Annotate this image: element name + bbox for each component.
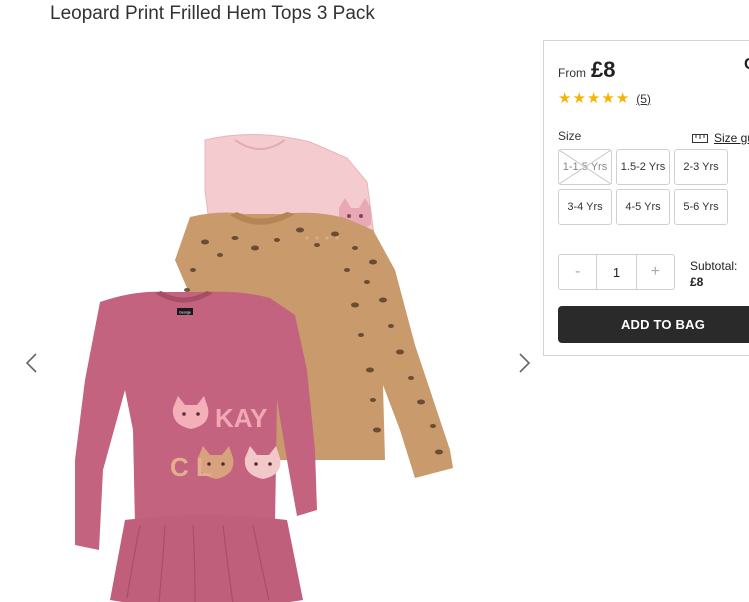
size-option-label: 2-3 Yrs: [683, 161, 719, 173]
print-text-kay: KAY: [215, 403, 268, 433]
increment-button[interactable]: +: [637, 255, 674, 289]
size-option-4-5-yrs[interactable]: 4-5 Yrs: [616, 189, 670, 225]
star-icon: ★: [558, 90, 572, 107]
buy-panel: From £8 ★ ★ ★ ★ ★ (5) Size Size gu 1-1.5…: [543, 40, 749, 356]
chevron-right-icon: [519, 353, 531, 373]
next-image-button[interactable]: [514, 348, 536, 378]
size-options: 1-1.5 Yrs 1.5-2 Yrs 2-3 Yrs 3-4 Yrs 4-5 …: [558, 149, 728, 225]
size-option-3-4-yrs[interactable]: 3-4 Yrs: [558, 189, 612, 225]
product-gallery: George KAY C L: [0, 40, 540, 602]
chevron-left-icon: [25, 353, 37, 373]
quantity-stepper: - 1 +: [558, 254, 675, 290]
subtotal: Subtotal: £8: [690, 258, 737, 290]
print-text-cool: C L: [170, 452, 212, 482]
star-icon: ★: [601, 90, 615, 107]
brand-neck-label: George: [179, 311, 191, 315]
star-icon: ★: [572, 90, 586, 107]
subtotal-label: Subtotal:: [690, 259, 738, 273]
size-option-label: 1.5-2 Yrs: [620, 161, 666, 173]
rating: ★ ★ ★ ★ ★ (5): [558, 91, 651, 106]
size-guide-link[interactable]: Size gu: [692, 131, 749, 145]
unavailable-cross-icon: [559, 150, 611, 184]
size-option-2-3-yrs[interactable]: 2-3 Yrs: [674, 149, 728, 185]
size-label: Size: [558, 129, 582, 143]
product-image[interactable]: George KAY C L: [55, 130, 515, 602]
star-icon: ★: [586, 90, 601, 107]
price: From £8: [558, 57, 615, 83]
size-option-1-1-5-yrs[interactable]: 1-1.5 Yrs: [558, 149, 612, 185]
product-title: Leopard Print Frilled Hem Tops 3 Pack: [50, 3, 375, 24]
size-option-5-6-yrs[interactable]: 5-6 Yrs: [674, 189, 728, 225]
size-option-label: 4-5 Yrs: [625, 201, 661, 213]
review-count-link[interactable]: (5): [636, 92, 651, 106]
subtotal-value: £8: [690, 275, 704, 289]
price-from-label: From: [558, 66, 586, 80]
quantity-input[interactable]: 1: [596, 255, 637, 289]
size-guide-label: Size gu: [714, 131, 749, 145]
size-option-1-5-2-yrs[interactable]: 1.5-2 Yrs: [616, 149, 670, 185]
size-option-label: 3-4 Yrs: [567, 201, 603, 213]
edge-clipped-text: C: [744, 56, 749, 74]
size-option-label: 5-6 Yrs: [683, 201, 719, 213]
previous-image-button[interactable]: [20, 348, 42, 378]
price-value: £8: [591, 57, 616, 82]
ruler-icon: [692, 133, 708, 143]
add-to-bag-button[interactable]: ADD TO BAG: [558, 306, 749, 343]
decrement-button[interactable]: -: [559, 255, 596, 289]
star-icon: ★: [615, 90, 630, 107]
